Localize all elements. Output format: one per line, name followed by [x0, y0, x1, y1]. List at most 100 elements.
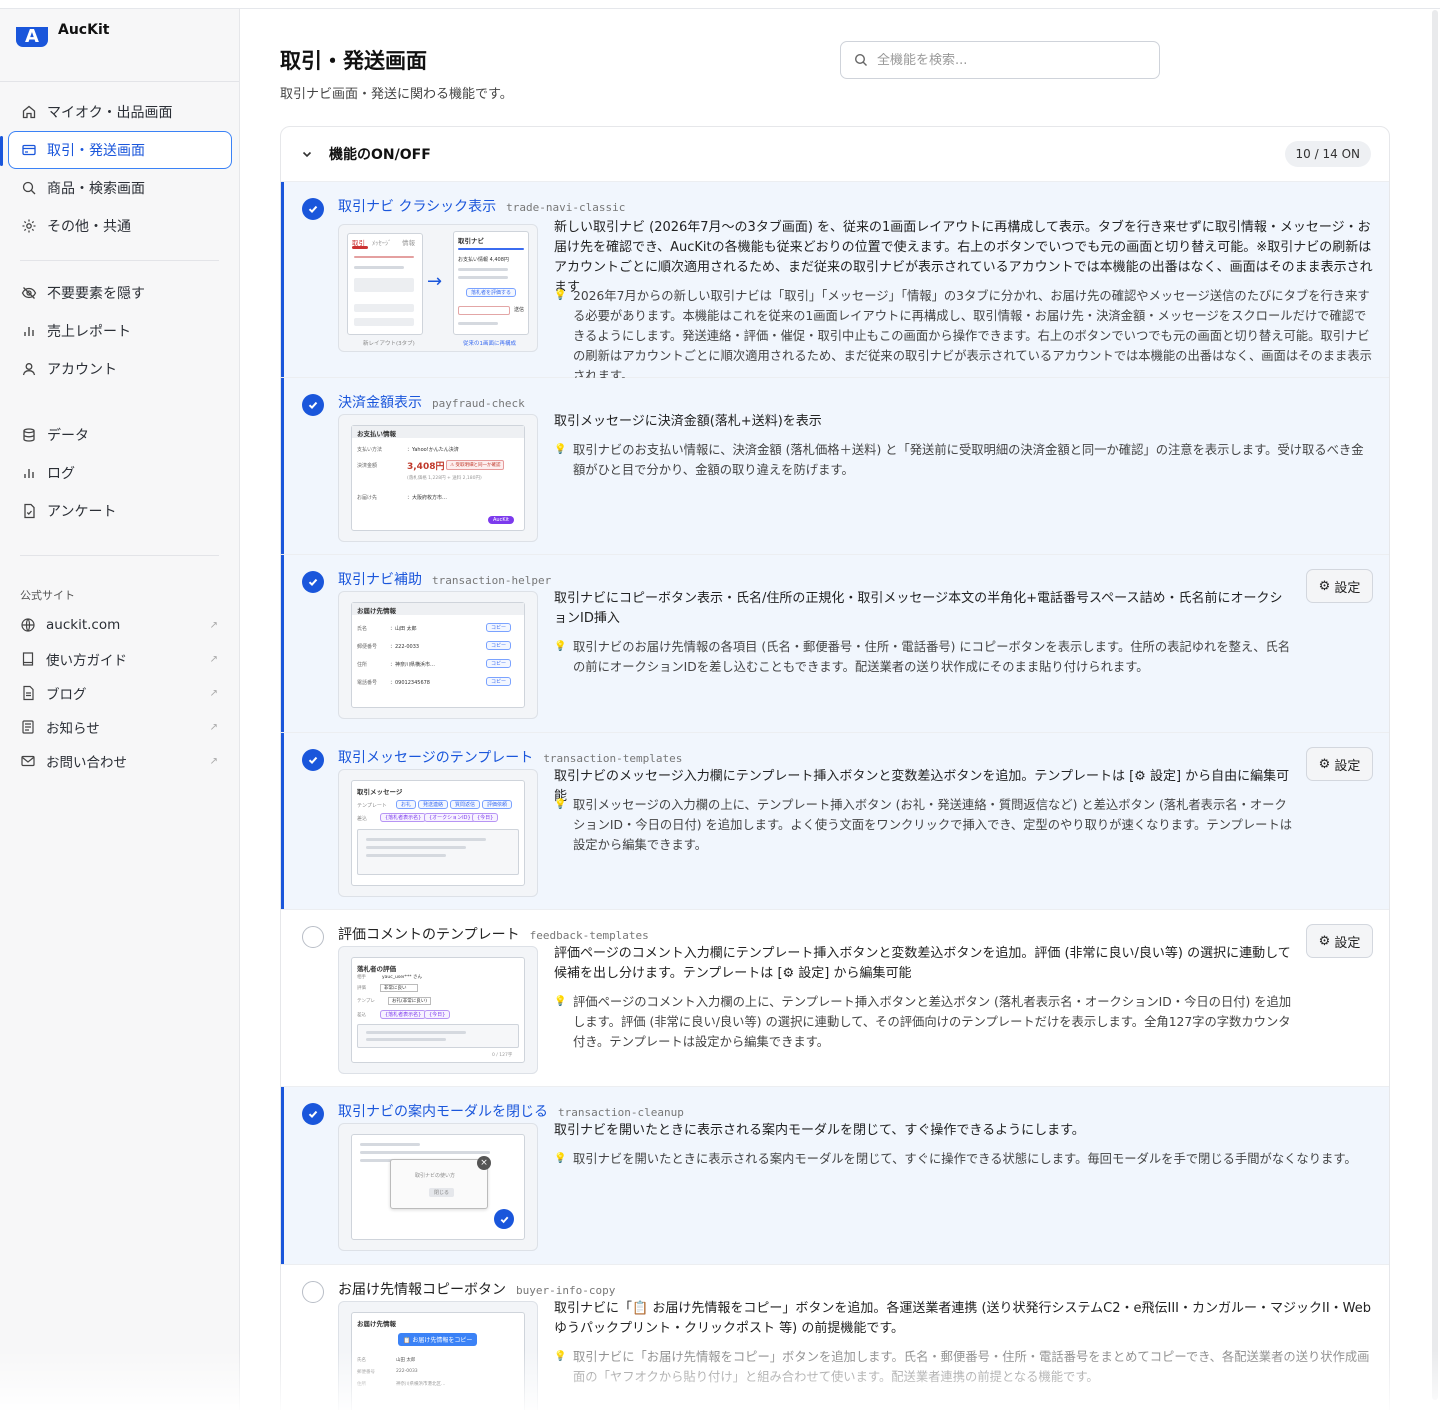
feature-key: transaction-cleanup: [558, 1106, 684, 1119]
feature-name: 取引メッセージのテンプレート: [338, 750, 534, 766]
feature-name: 決済金額表示: [338, 395, 422, 411]
preview-tab: 情報: [402, 239, 415, 247]
sidebar-item-other[interactable]: その他・共通: [8, 207, 232, 245]
page-title: 取引・発送画面: [280, 49, 427, 73]
preview-bar: [354, 304, 414, 312]
feature-preview-image: お支払い情報 支払い方法 ：Yahoo!かんたん決済 決済金額 3,408円 ⚠…: [338, 414, 538, 542]
preview-bar: [366, 1038, 446, 1041]
link-label: お知らせ: [46, 721, 100, 737]
feature-toggle[interactable]: [302, 1281, 324, 1303]
bar-chart-icon: [21, 465, 37, 481]
feature-toggle[interactable]: [302, 394, 324, 416]
sidebar-item-label: 不要要素を隠す: [47, 286, 145, 302]
preview-label: 評価: [357, 986, 366, 991]
feature-toggle[interactable]: [302, 926, 324, 948]
sidebar-item-product-search[interactable]: 商品・検索画面: [8, 169, 232, 207]
preview-textarea: [357, 1024, 519, 1048]
preview-button: 落札者を評価する: [466, 288, 517, 297]
preview-label: 支払い方法: [357, 447, 383, 453]
feature-description: 取引ナビにコピーボタン表示・氏名/住所の正規化・取引メッセージ本文の半角化+電話…: [554, 591, 1283, 626]
feature-key: transaction-templates: [543, 752, 683, 765]
feature-name: 取引ナビの案内モーダルを閉じる: [338, 1104, 548, 1120]
feature-name: お届け先情報コピーボタン: [338, 1282, 506, 1298]
sidebar-item-myauction[interactable]: マイオク・出品画面: [8, 93, 232, 131]
sidebar-item-account[interactable]: アカウント: [8, 350, 232, 388]
preview-title: お支払い情報: [357, 430, 396, 438]
preview-info: お支払い情報 4,408円: [458, 257, 509, 263]
feature-name: 取引ナビ クラシック表示: [338, 199, 497, 215]
preview-chip: {落札者表示名}: [380, 1010, 427, 1019]
preview-copy-button: 📋 お届け先情報をコピー: [398, 1333, 478, 1346]
feature-preview-image: 落札者の評価 相手 yauc_user*** さん 評価 非常に良い テンプレ …: [338, 946, 538, 1074]
gear-icon: ⚙: [1318, 756, 1331, 772]
sidebar-item-label: 取引・発送画面: [47, 143, 145, 159]
link-guide[interactable]: 使い方ガイド ↗: [8, 642, 232, 676]
preview-bar: [352, 246, 368, 249]
external-link-icon: ↗: [209, 755, 218, 767]
preview-label: テンプレート: [357, 803, 387, 809]
sidebar-item-transaction[interactable]: 取引・発送画面: [0, 131, 232, 169]
sidebar-item-data[interactable]: データ: [8, 416, 232, 454]
settings-button[interactable]: ⚙ 設定: [1306, 747, 1373, 781]
preview-bar: [458, 268, 508, 271]
preview-amount: 3,408円: [407, 462, 445, 472]
feature-hint: 評価ページのコメント入力欄の上に、テンプレート挿入ボタンと差込ボタン (落札者表…: [554, 992, 1294, 1052]
doc-icon: [20, 685, 36, 701]
panel-header[interactable]: 機能のON/OFF 10 / 14 ON: [281, 127, 1389, 182]
preview-value: 山田 太郎: [396, 1358, 416, 1363]
news-icon: [20, 719, 36, 735]
sidebar-item-survey[interactable]: アンケート: [8, 492, 232, 530]
chevron-down-icon[interactable]: [299, 146, 315, 162]
check-icon: [494, 1209, 514, 1229]
home-icon: [21, 104, 37, 120]
preview-copy-button: コピー: [486, 659, 512, 668]
preview-chip: {落札者表示名}: [380, 813, 427, 822]
settings-button[interactable]: ⚙ 設定: [1306, 924, 1373, 958]
settings-label: 設定: [1334, 935, 1361, 951]
search-box[interactable]: [840, 41, 1160, 79]
preview-label: 郵便番号: [357, 1370, 375, 1375]
feature-preview-image: お届け先情報 📋 お届け先情報をコピー 氏名 山田 太郎 郵便番号 222-00…: [338, 1301, 538, 1410]
feature-toggle[interactable]: [302, 198, 324, 220]
feature-row: 取引メッセージのテンプレート transaction-templates ⚙ 設定…: [281, 733, 1389, 910]
feature-toggle[interactable]: [302, 749, 324, 771]
link-contact[interactable]: お問い合わせ ↗: [8, 744, 232, 778]
preview-bar: [360, 1143, 420, 1146]
preview-chip: 発送連絡: [418, 800, 449, 809]
preview-value: 神奈川県横浜市港北区…: [396, 1382, 446, 1387]
preview-tab: ﾒｯｾｰｼﾞ: [372, 239, 392, 247]
link-blog[interactable]: ブログ ↗: [8, 676, 232, 710]
feature-toggle[interactable]: [302, 571, 324, 593]
preview-title: お届け先情報: [357, 1320, 396, 1328]
scrollbar[interactable]: [1432, 10, 1438, 1400]
page-subtitle: 取引ナビ画面・発送に関わる機能です。: [280, 87, 513, 102]
preview-bar: [354, 256, 414, 258]
feature-title: お届け先情報コピーボタン buyer-info-copy: [338, 1279, 615, 1299]
preview-input: [458, 306, 510, 315]
feature-hint: 取引ナビのお支払い情報に、決済金額 (落札価格＋送料) と「発送前に受取明細の決…: [554, 440, 1374, 480]
preview-modal: 取引ナビの使い方 閉じる: [390, 1159, 488, 1209]
settings-label: 設定: [1334, 580, 1361, 596]
brand[interactable]: A AucKit: [16, 22, 109, 47]
feature-key: payfraud-check: [432, 397, 525, 410]
search-input[interactable]: [877, 52, 1147, 68]
sidebar-item-hide-elements[interactable]: 不要要素を隠す: [8, 274, 232, 312]
preview-copy-button: コピー: [486, 623, 512, 632]
preview-value: ：山田 太郎: [390, 626, 417, 632]
link-auckit[interactable]: auckit.com ↗: [8, 608, 232, 642]
link-label: auckit.com: [46, 617, 121, 633]
link-news[interactable]: お知らせ ↗: [8, 710, 232, 744]
nav-secondary: 不要要素を隠す 売上レポート アカウント: [8, 274, 232, 388]
preview-label: お届け先: [357, 495, 378, 501]
feature-description: 取引ナビに「📋 お届け先情報をコピー」ボタンを追加。各運送業者連携 (送り状発行…: [554, 1301, 1371, 1336]
external-links: auckit.com ↗ 使い方ガイド ↗ ブログ ↗ お知らせ ↗ お問い合わ…: [8, 608, 232, 778]
external-link-icon: ↗: [209, 687, 218, 699]
preview-value: ：09012345678: [390, 680, 430, 686]
nav-divider: [20, 555, 219, 556]
settings-button[interactable]: ⚙ 設定: [1306, 569, 1373, 603]
sidebar-item-log[interactable]: ログ: [8, 454, 232, 492]
sidebar-item-sales-report[interactable]: 売上レポート: [8, 312, 232, 350]
preview-counter: 0 / 127字: [492, 1053, 513, 1058]
feature-row: 取引ナビ クラシック表示 trade-navi-classic 取引 ﾒｯｾｰｼ…: [281, 182, 1389, 383]
feature-toggle[interactable]: [302, 1103, 324, 1125]
